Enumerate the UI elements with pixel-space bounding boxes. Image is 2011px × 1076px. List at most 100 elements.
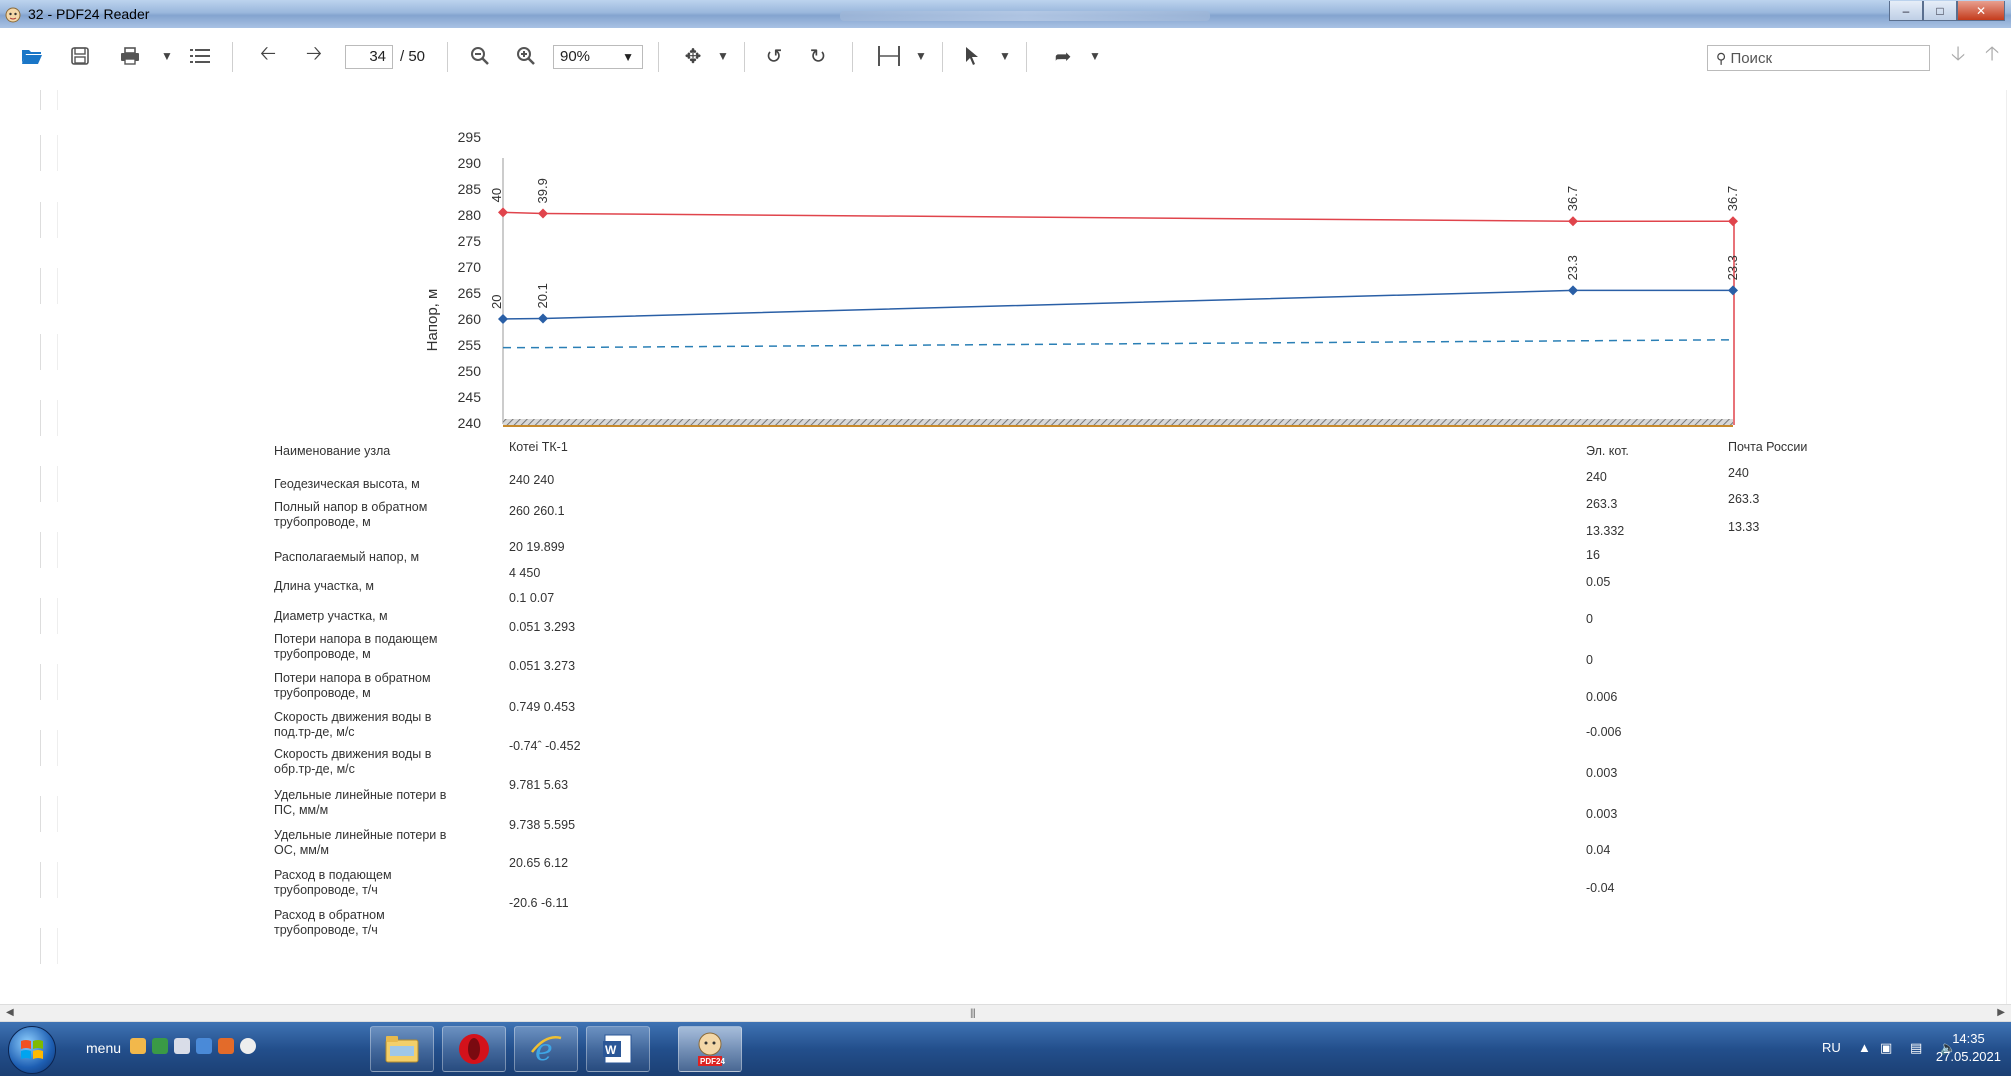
pdf24-taskbar-button[interactable]: PDF24	[678, 1026, 742, 1072]
fit-menu-chevron-down-icon[interactable]: ▼	[914, 42, 928, 70]
title-bar-blur	[840, 11, 1210, 21]
open-folder-icon[interactable]	[20, 42, 44, 70]
word-taskbar-button[interactable]: W	[586, 1026, 650, 1072]
search-input[interactable]: ⚲ Поиск	[1707, 45, 1930, 71]
page-thumbnail[interactable]	[40, 730, 58, 766]
rotate-left-icon[interactable]: ↺	[762, 42, 786, 70]
scroll-left-arrow-icon[interactable]: ◀	[6, 1007, 14, 1018]
close-button[interactable]: ✕	[1957, 1, 2005, 21]
table-cell: 263.3	[1728, 492, 1760, 506]
chevron-down-icon: ▼	[622, 50, 634, 64]
table-cell: 0.003	[1586, 766, 1618, 780]
image-icon[interactable]	[196, 1038, 212, 1054]
scroll-right-arrow-icon[interactable]: ▶	[1997, 1007, 2005, 1018]
table-cell: 13.33	[1728, 520, 1760, 534]
row-label-line: Скорость движения воды в	[274, 747, 432, 761]
share-forward-icon[interactable]: ➦	[1050, 42, 1076, 70]
arrow-right-icon[interactable]: 🡢	[302, 42, 326, 70]
table-cell: 9.781 5.63	[509, 778, 569, 792]
explorer-taskbar-button[interactable]	[370, 1026, 434, 1072]
row-label: Длина участка, м	[274, 579, 374, 594]
row-label: Скорость движения воды в под.тр-де, м/с	[274, 710, 431, 740]
tray-device-icon[interactable]: ▣	[1880, 1040, 1892, 1056]
zoom-select[interactable]: 90% ▼	[553, 45, 643, 69]
page-thumbnail[interactable]	[40, 796, 58, 832]
save-icon[interactable]	[68, 42, 92, 70]
fit-width-icon[interactable]	[876, 42, 902, 70]
toolbar-separator	[744, 42, 745, 72]
pointer-menu-chevron-down-icon[interactable]: ▼	[998, 42, 1012, 70]
menu-label[interactable]: menu	[86, 1040, 121, 1056]
print-icon[interactable]	[118, 42, 142, 70]
ie-taskbar-button[interactable]: e	[514, 1026, 578, 1072]
data-point-marker	[498, 314, 508, 324]
page-thumbnail[interactable]	[40, 664, 58, 700]
pan-move-icon[interactable]: ✥	[680, 42, 706, 70]
start-button[interactable]	[8, 1026, 56, 1074]
y-tick-label: 290	[458, 155, 482, 171]
row-label: Наименование узла	[274, 444, 390, 459]
language-indicator[interactable]: RU	[1822, 1040, 1841, 1055]
table-cell: 0.04	[1586, 843, 1611, 857]
y-axis-label: Напор, м	[424, 289, 441, 352]
row-label: Полный напор в обратном трубопроводе, м	[274, 500, 427, 530]
opera-taskbar-button[interactable]	[442, 1026, 506, 1072]
maximize-button[interactable]: □	[1923, 1, 1957, 21]
page-thumbnail[interactable]	[40, 466, 58, 502]
arrow-left-icon[interactable]: 🡠	[256, 42, 280, 70]
scroll-thumb-grip[interactable]: |||	[970, 1008, 976, 1019]
pan-menu-chevron-down-icon[interactable]: ▼	[716, 42, 730, 70]
folder-icon	[385, 1036, 419, 1063]
table-cell: Почта России	[1728, 440, 1808, 454]
table-cell: 0.051 3.273	[509, 659, 576, 673]
horizontal-scrollbar[interactable]: ◀ ||| ▶	[0, 1004, 2011, 1022]
series-line-supply	[502, 211, 1733, 222]
table-cell: 9.738 5.595	[509, 818, 576, 832]
zoom-out-icon[interactable]	[468, 42, 492, 70]
toolbar: ▼ 🡠 🡢 34 / 50 90% ▼ ✥ ▼ ↺ ↻ ▼ ▼ ➦ ▼ ⚲ По…	[0, 28, 2011, 90]
window-controls: – □ ✕	[1889, 1, 2005, 21]
table-cell: -0.74ˆ -0.452	[509, 739, 581, 753]
document-icon[interactable]	[174, 1038, 190, 1054]
row-label: Расход в подающем трубопроводе, т/ч	[274, 868, 392, 898]
minimize-button[interactable]: –	[1889, 1, 1923, 21]
series-line-ground-dashed	[503, 339, 1734, 349]
data-label: 39.9	[535, 178, 550, 203]
network-icon[interactable]: ▤	[1910, 1040, 1922, 1056]
page-thumbnail[interactable]	[40, 532, 58, 568]
toolbar-separator	[1026, 42, 1027, 72]
print-menu-chevron-down-icon[interactable]: ▼	[160, 42, 174, 70]
excel-icon[interactable]	[152, 1038, 168, 1054]
show-hidden-icons-chevron-up-icon[interactable]: ▲	[1858, 1040, 1871, 1055]
row-label-line: трубопроводе, т/ч	[274, 923, 378, 937]
table-cell: 0.1 0.07	[509, 591, 555, 605]
search-prev-arrow-up-icon[interactable]: 🡡	[1982, 42, 2002, 70]
page-thumbnail[interactable]	[40, 862, 58, 898]
system-clock[interactable]: 14:35 27.05.2021	[1936, 1030, 2001, 1066]
internet-explorer-icon: e	[531, 1033, 562, 1066]
settings-gear-icon[interactable]	[130, 1038, 146, 1054]
share-menu-chevron-down-icon[interactable]: ▼	[1088, 42, 1102, 70]
search-next-arrow-down-icon[interactable]: 🡣	[1948, 42, 1968, 70]
page-thumbnail[interactable]	[40, 598, 58, 634]
page-number-input[interactable]: 34	[345, 45, 393, 69]
minus-circle-icon[interactable]	[240, 1038, 256, 1054]
row-label: Геодезическая высота, м	[274, 477, 420, 492]
rotate-right-icon[interactable]: ↻	[806, 42, 830, 70]
document-viewport: 295 290 285 280 275 270 265 260 255 250 245 240 Напо…	[0, 90, 2011, 1004]
zoom-in-icon[interactable]	[514, 42, 538, 70]
row-label-line: ОС, мм/м	[274, 843, 329, 857]
toolbar-separator	[852, 42, 853, 72]
svg-text:W: W	[605, 1043, 617, 1057]
table-cell: 0.003	[1586, 807, 1618, 821]
table-cell: 0.05	[1586, 575, 1611, 589]
row-label-line: Расход в обратном	[274, 908, 385, 922]
page-thumbnail[interactable]	[40, 928, 58, 964]
toolbar-separator	[658, 42, 659, 72]
tool-icon[interactable]	[218, 1038, 234, 1054]
pointer-cursor-icon[interactable]	[960, 42, 984, 70]
row-label-line: Скорость движения воды в	[274, 710, 432, 724]
y-tick-label: 255	[458, 337, 482, 353]
list-icon[interactable]	[188, 42, 212, 70]
row-label-line: Расход в подающем	[274, 868, 392, 882]
